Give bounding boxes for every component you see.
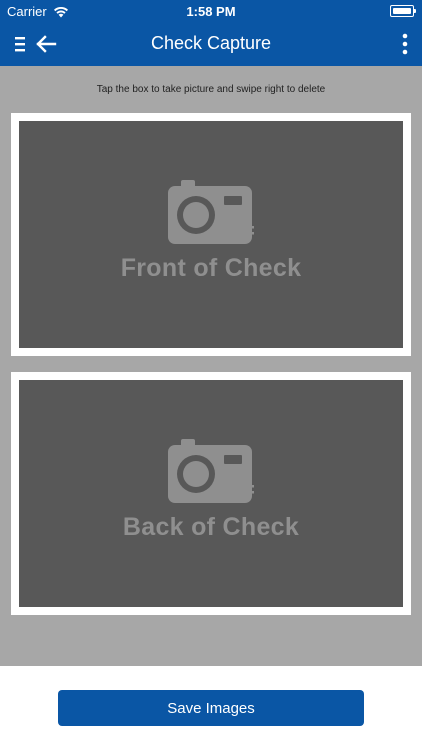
front-check-card[interactable]: Front of Check	[11, 113, 411, 356]
status-bar: Carrier 1:58 PM	[0, 0, 422, 22]
top-bar: Carrier 1:58 PM Check Capture	[0, 0, 422, 66]
capture-area: Tap the box to take picture and swipe ri…	[0, 66, 422, 666]
camera-icon	[168, 439, 254, 503]
more-vertical-icon[interactable]	[402, 33, 408, 55]
front-check-placeholder[interactable]: Front of Check	[19, 121, 403, 348]
save-images-button[interactable]: Save Images	[58, 690, 364, 726]
navigation-bar: Check Capture	[0, 22, 422, 66]
back-check-card[interactable]: Back of Check	[11, 372, 411, 615]
page-title: Check Capture	[150, 33, 272, 53]
camera-icon	[168, 180, 254, 244]
battery-icon	[390, 5, 416, 17]
status-time: 1:58 PM	[186, 4, 236, 19]
instruction-text: Tap the box to take picture and swipe ri…	[96, 84, 326, 95]
footer: Save Images	[0, 666, 422, 750]
back-check-placeholder[interactable]: Back of Check	[19, 380, 403, 607]
front-check-label: Front of Check	[120, 254, 302, 282]
back-check-label: Back of Check	[122, 513, 300, 541]
